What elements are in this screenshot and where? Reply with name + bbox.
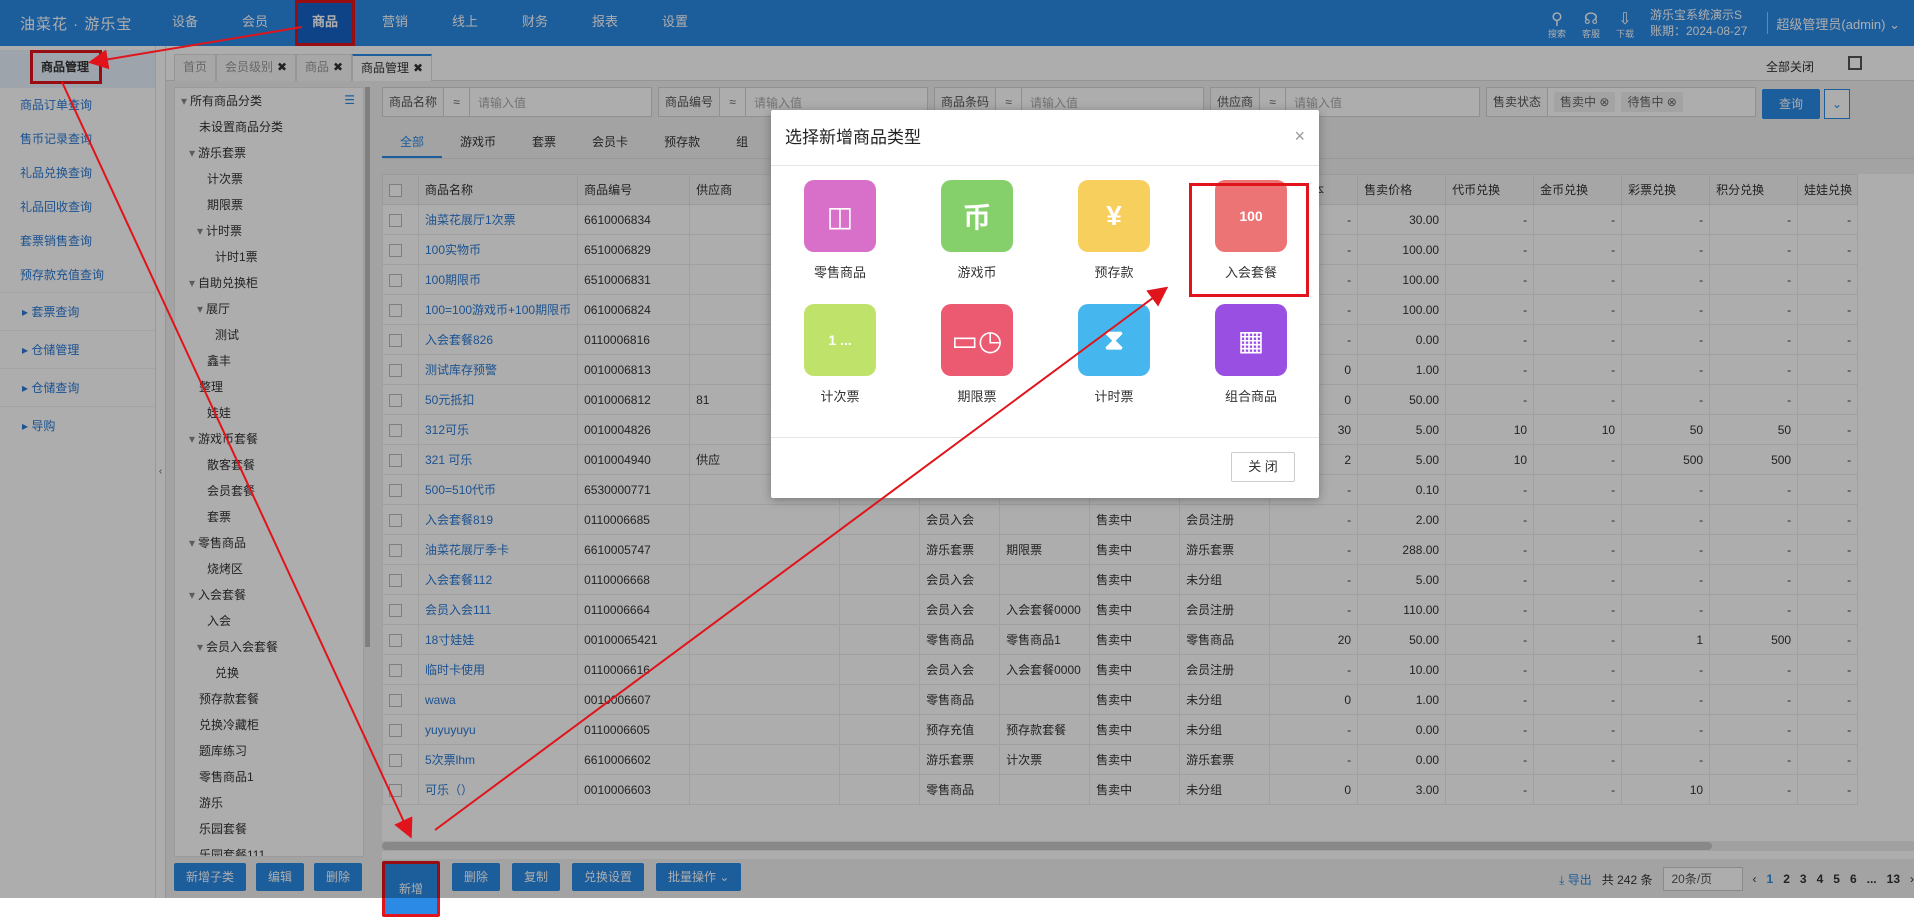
icon-glyph: 1 ... [828, 332, 852, 348]
product-type-option[interactable]: ◫ 零售商品 [785, 180, 895, 281]
product-type-option[interactable]: 币游戏币 [922, 180, 1032, 281]
close-icon[interactable]: × [1294, 126, 1305, 147]
grid-icon: ▦ [1215, 304, 1287, 376]
option-label: 预存款 [1094, 265, 1134, 280]
dialog-title: 选择新增商品类型 [771, 110, 1319, 166]
bag-icon: ◫ [804, 180, 876, 252]
option-label: 游戏币 [957, 265, 997, 280]
option-label: 零售商品 [813, 265, 866, 280]
product-type-option[interactable]: ▦ 组合商品 [1196, 304, 1306, 405]
product-type-option[interactable]: ⧗ 计时票 [1059, 304, 1169, 405]
coin-icon: 币 [941, 180, 1013, 252]
product-type-option[interactable]: ¥ 预存款 [1059, 180, 1169, 281]
option-label: 计次票 [820, 389, 860, 404]
icon-glyph: 币 [962, 202, 991, 233]
icon-glyph: ◫ [826, 200, 854, 232]
yuan-icon: ¥ [1078, 180, 1150, 252]
dialog-divider [771, 437, 1319, 438]
highlight-box [1189, 183, 1309, 297]
option-label: 计时票 [1094, 389, 1134, 404]
option-label: 期限票 [957, 389, 997, 404]
icon-glyph: ⧗ [1104, 323, 1124, 355]
ticket-icon: 1 ... [804, 304, 876, 376]
icon-glyph: ▦ [1237, 324, 1265, 356]
option-label: 组合商品 [1224, 389, 1277, 404]
icon-glyph: ¥ [1106, 200, 1122, 231]
product-type-option[interactable]: 1 ... 计次票 [785, 304, 895, 405]
hourglass-icon: ⧗ [1078, 304, 1150, 376]
clock-card-icon: ▭◷ [941, 304, 1013, 376]
dialog-close-button[interactable]: 关 闭 [1231, 452, 1295, 482]
select-product-type-dialog: 选择新增商品类型 × ◫ 零售商品币游戏币 ¥ 预存款 100 入会套餐 1 ... 计次票 ▭… [771, 110, 1319, 498]
icon-glyph: ▭◷ [951, 324, 1003, 356]
product-type-option[interactable]: ▭◷ 期限票 [922, 304, 1032, 405]
